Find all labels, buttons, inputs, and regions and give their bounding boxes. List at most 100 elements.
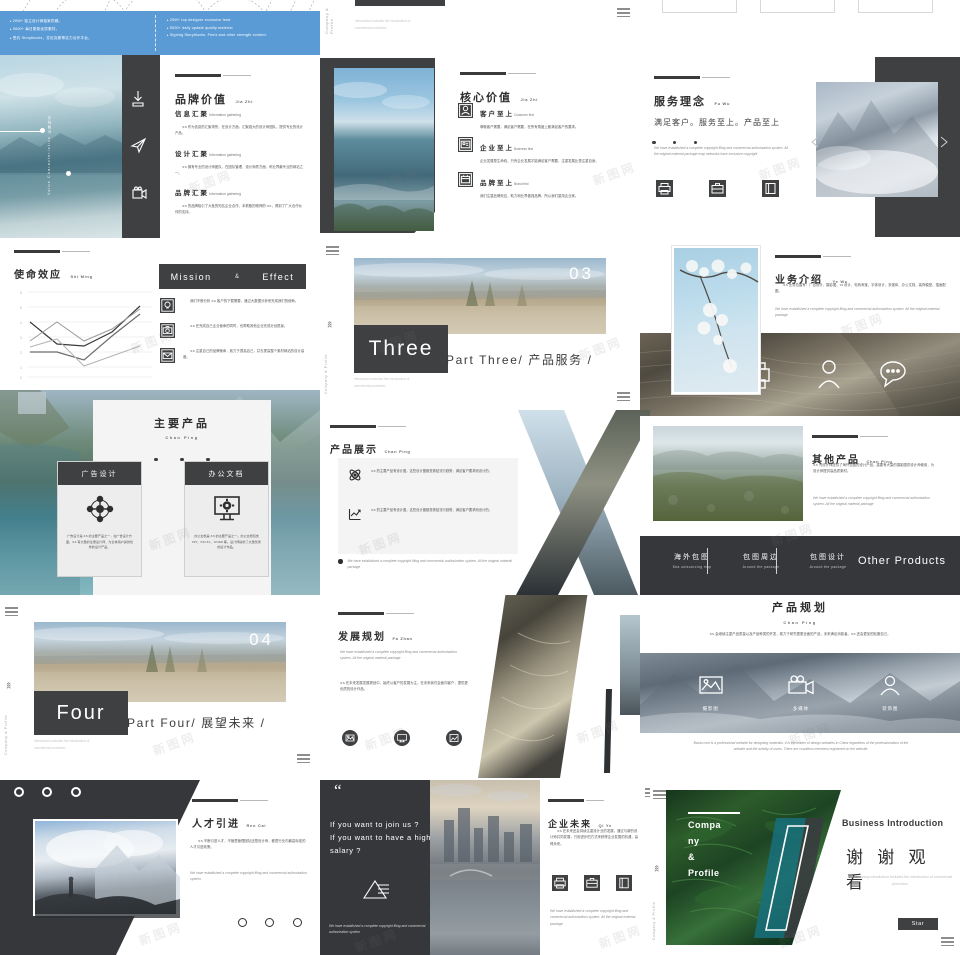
join-us-line: If you want to have a high salary ? [330, 833, 432, 856]
footer-item[interactable]: 包图设计 Around the package [792, 552, 864, 569]
item-heading-en: Information gathering [209, 113, 242, 117]
menu-icon[interactable] [653, 788, 666, 802]
slide-product-show[interactable]: 产品展示 Chan Ping XX 的主要产品有设计图。这些设计图都是紧贴流行趋… [320, 410, 650, 595]
chevron-up-icon[interactable]: ››› [324, 322, 334, 328]
mission-item: XX 注重自己的品牌使命，致力于提高自己，并去提高整个素材网站的设计高度。 [160, 348, 310, 363]
star-button[interactable]: Star [898, 918, 938, 930]
core-value-pinyin: Jia Zhi [520, 97, 539, 102]
thanks-fern-photo: Compa ny & Profile [666, 790, 841, 945]
menu-icon[interactable] [617, 6, 630, 20]
slide-culture-cards[interactable]: XX 始终将企业与客户紧连接，想客户所想，心系客户才能发展壮大。 XX 始终将企… [640, 0, 960, 55]
book-icon[interactable] [762, 180, 779, 197]
slide-talent[interactable]: 人才引进 Ren Cai XX 不断引进人才，不管是管理团队还是设计师，都是行业… [0, 780, 320, 955]
slide-part-four[interactable]: ››› Company & Profile 04 Four Part Four/… [0, 595, 320, 773]
slide-part-two[interactable]: Company & Profile Two Part Two / 企业文化 / … [320, 0, 640, 55]
id-card-icon [458, 137, 473, 153]
menu-icon[interactable] [617, 390, 630, 404]
product-plan-item[interactable]: 摄影图 [698, 675, 724, 712]
user-icon [880, 675, 900, 695]
svg-text:4: 4 [20, 321, 22, 325]
user-icon [458, 103, 473, 118]
other-products-footer-title: Other Products [858, 555, 946, 567]
footer-divider [776, 548, 777, 574]
briefcase-icon[interactable] [584, 875, 600, 891]
footer-item[interactable]: 海外包图 Sea outsourcing map [656, 552, 728, 569]
footer-item-en: Around the package [742, 565, 780, 569]
product-card[interactable]: 办公文档 办公文档是 XX 的主要产品之一。办公文档包含 PPT、EXCEL、W… [184, 461, 269, 577]
mission-item: 我们不断分析 XX 客户的下载需要，通过大数据分析来完成我们的使命。 [160, 298, 310, 313]
slide-service-idea[interactable]: 服务理念 Fu Wu 满足客户。服务至上。产品至上 We have establ… [640, 55, 960, 238]
part-two-caption: introduction includes the introduction o… [355, 19, 411, 31]
printer-icon[interactable] [656, 180, 673, 197]
core-value-item: 品牌至上Brand first 我们注重品牌效应，助力和业界做强品牌，所以我们重… [458, 171, 630, 199]
image-icon[interactable] [342, 730, 358, 746]
mission-badge-mid: & [235, 273, 240, 280]
slide-core-value[interactable]: 核心价值 Jia Zhi 客户至上Customer first 尊敬客户需要，满… [320, 55, 640, 238]
svg-text:5: 5 [20, 306, 22, 310]
slide-dev-plan[interactable]: 发展规划 Fa Zhan We have established a compl… [320, 595, 650, 780]
book-icon[interactable] [616, 875, 632, 891]
chevron-right-icon[interactable] [936, 135, 950, 149]
slide-side-label: Company & Profile [4, 714, 8, 755]
chevron-up-icon[interactable]: ››› [3, 683, 13, 689]
deco-dot [40, 128, 45, 133]
menu-icon[interactable] [941, 935, 954, 949]
slide-business-intro[interactable]: 业务介绍 Ye Wu XX 业务范围有：广告设计、摄影图、UI 设计、电商淘宝、… [640, 238, 960, 416]
slide-thanks[interactable]: ››› Company & Profile Compa ny & Profile… [650, 780, 960, 955]
item-body: XX 注重自己的品牌使命，致力于提高自己，并去提高整个素材网站的设计高度。 [183, 349, 305, 360]
product-plan-item[interactable]: 装饰图 [878, 675, 902, 712]
slide-product-plan[interactable]: 产品规划 Chan Ping XX 会继续注重产品质量以及产品种类的开发，致力于… [640, 595, 960, 780]
part-three-number: 03 [569, 264, 594, 283]
footer-item[interactable]: 包图周边 Around the package [725, 552, 797, 569]
product-plan-footer-en: Baotu.com is a professional website for … [693, 741, 909, 752]
menu-icon[interactable] [5, 605, 18, 619]
image-icon [699, 675, 723, 694]
thanks-left-line: Compa [688, 819, 722, 830]
dev-plan-icon-row [342, 730, 462, 746]
footer-item-en: Sea outsourcing map [672, 565, 712, 569]
chevron-up-icon[interactable]: ››› [651, 866, 661, 872]
monitor-icon[interactable] [394, 730, 410, 746]
menu-icon[interactable] [297, 752, 310, 766]
product-show-pinyin: Chan Ping [384, 449, 411, 454]
printer-icon[interactable] [552, 875, 568, 891]
slide-main-products[interactable]: 主要产品 Chan Ping 广告设计 广告设计是 XX 的主要产品之一，在广告… [0, 390, 320, 595]
chevron-left-icon[interactable] [808, 135, 822, 149]
product-card-header: 办公文档 [185, 462, 268, 485]
slide-future-content[interactable]: 企业未来 Qi Ye XX 在未来还会持续注重设计业的发展，通过与新的设计师共同… [540, 780, 660, 955]
product-plan-item-label: 装饰图 [882, 705, 899, 711]
product-plan-item[interactable]: 多媒体 [787, 674, 815, 712]
title-rule [175, 74, 221, 78]
picture-icon[interactable] [446, 730, 462, 746]
product-card[interactable]: 广告设计 广告设计是 XX 的主要产品之一，在广告设计方面，XX 有大量的注册设… [57, 461, 142, 577]
slide-other-products[interactable]: 其他产品 Chan Ping XX 为设计师提供了海外包图的设计产品。重要有大量… [640, 416, 960, 595]
promo-item-en: ▸ 5000+ daily update quality material [167, 25, 233, 30]
core-value-photo [334, 68, 434, 231]
join-us-photo [430, 780, 540, 955]
mission-badge-right: Effect [262, 271, 295, 282]
item-heading: 品牌至上 [480, 179, 514, 187]
item-body: 企业发展是生命线，只有企业发展才能满足客户需要，注重发展比是注重自身。 [480, 159, 599, 164]
product-show-item: XX 的主要产品有设计图。这些设计图都是紧贴流行趋势，满足客户要求而设计的。 [348, 507, 508, 526]
camera-icon [160, 323, 175, 338]
title-rule [338, 612, 384, 616]
service-en: We have established a complete copyright… [654, 146, 788, 157]
briefcase-icon[interactable] [709, 180, 726, 197]
title-rule [654, 76, 700, 80]
title-rule [14, 250, 60, 254]
dev-plan-body: XX 在未来发展发展规划中，始终以客户的发展为主。在未来我们会面向客户，提供更优… [340, 681, 468, 692]
service-lead: 满足客户。服务至上。产品至上 [654, 118, 780, 127]
part-three-photo: 03 [354, 258, 606, 334]
menu-icon[interactable] [326, 244, 339, 258]
service-title: 服务理念 [654, 96, 706, 108]
future-icon-row [552, 875, 632, 891]
culture-card: XX 始终将企业的产品作为发展的第一要务，只有好的产品，才能有好的市场。 [760, 0, 835, 13]
other-products-footer: 海外包图 Sea outsourcing map 包图周边 Around the… [640, 536, 960, 595]
title-rule [330, 425, 376, 429]
slide-part-three[interactable]: ››› Company & Profile 03 Three Part Thre… [320, 238, 640, 410]
item-heading: 客户至上 [480, 111, 514, 118]
slide-brand-value[interactable]: Value Characteristics 价值特点 品牌价值 Jia Zhi … [0, 55, 320, 238]
svg-text:6: 6 [20, 291, 22, 295]
chart-up-icon [348, 507, 362, 526]
slide-mission-effect[interactable]: 使命效应 Shi Ming 654 3210 Mission & Effect … [0, 238, 320, 390]
